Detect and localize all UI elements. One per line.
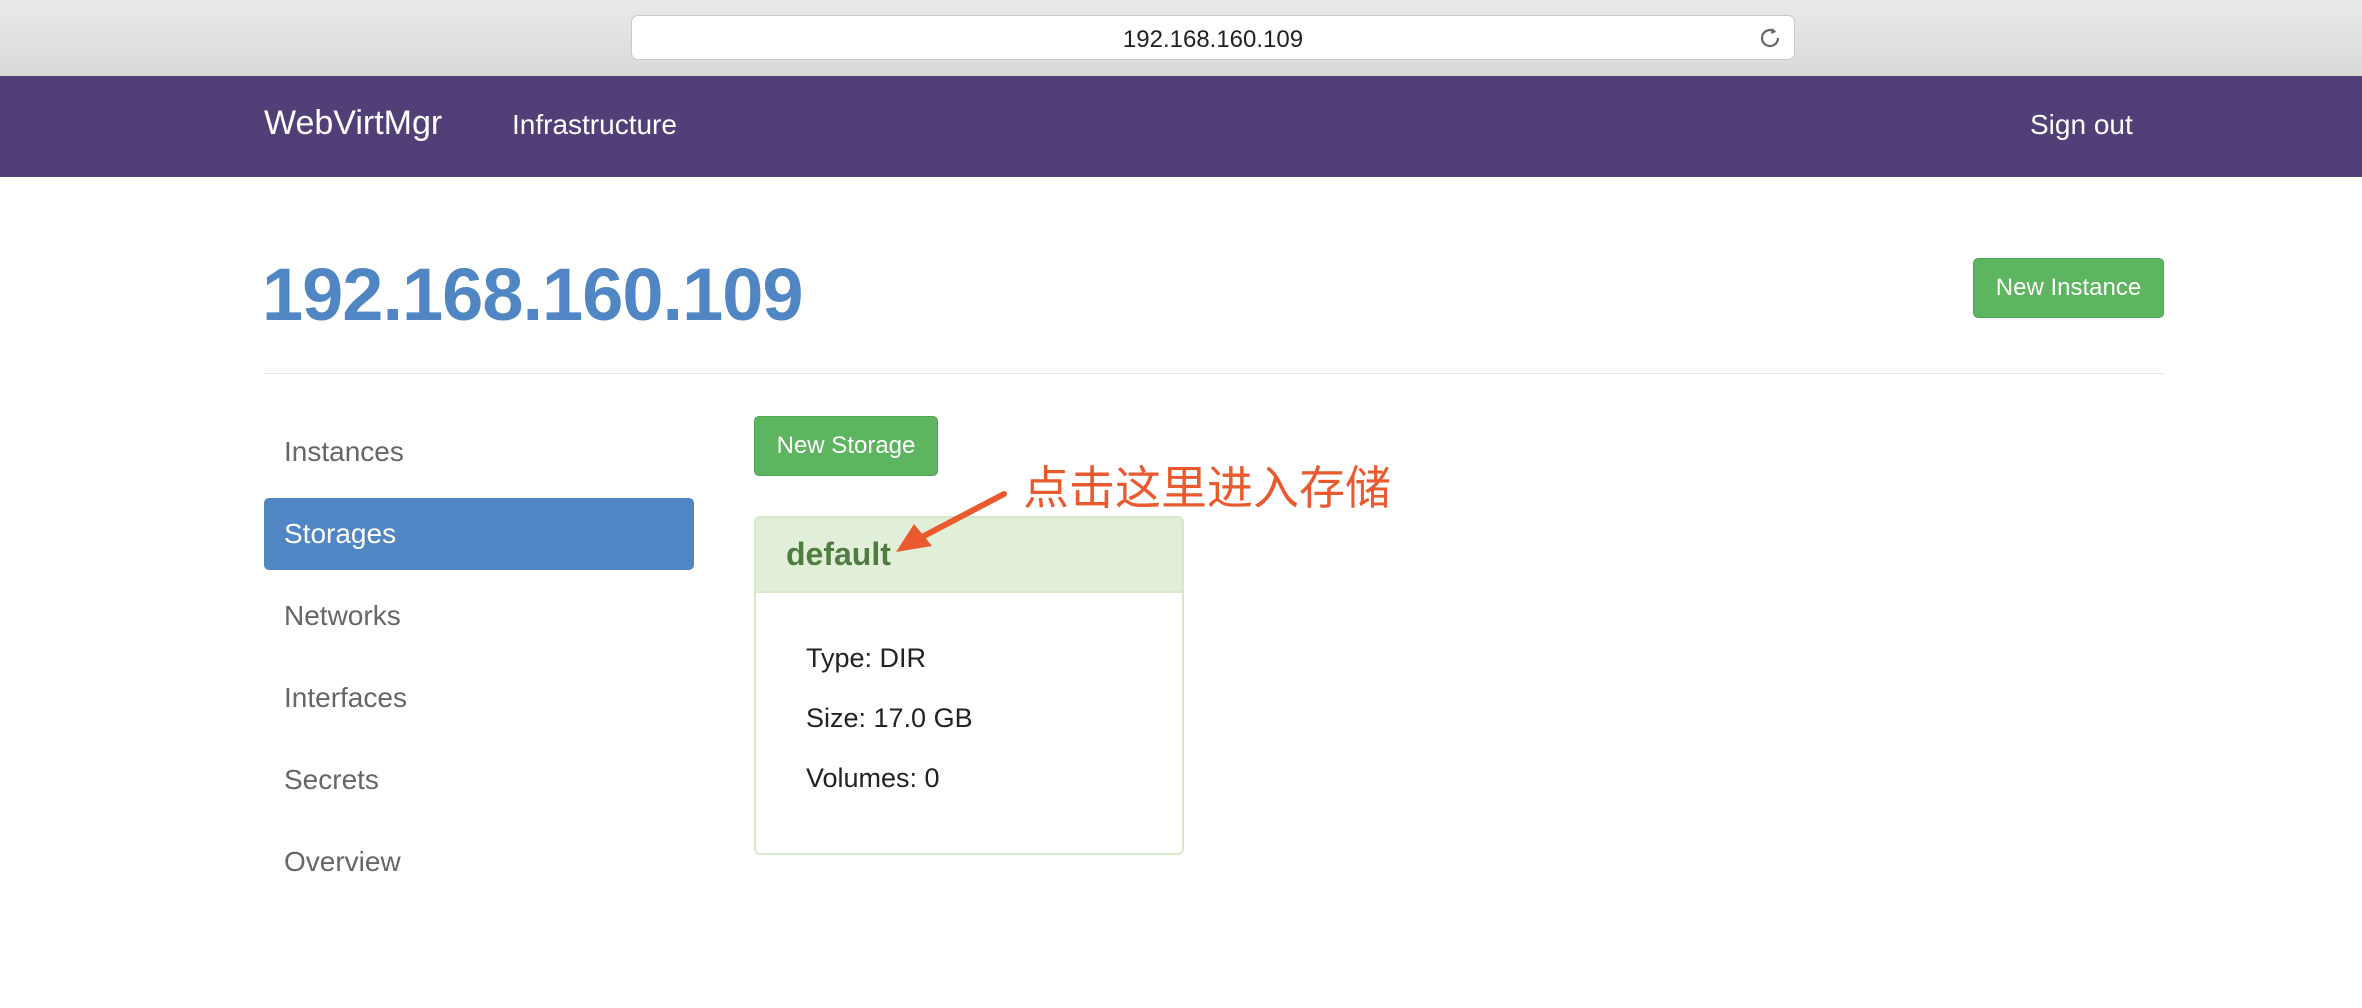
new-storage-button[interactable]: New Storage bbox=[754, 416, 938, 476]
new-instance-button[interactable]: New Instance bbox=[1973, 258, 2164, 318]
nav-infrastructure-link[interactable]: Infrastructure bbox=[512, 109, 677, 141]
url-text: 192.168.160.109 bbox=[1122, 26, 1304, 53]
browser-chrome: 192.168.160.109 bbox=[0, 0, 2362, 77]
top-navbar: WebVirtMgr Infrastructure Sign out bbox=[0, 76, 2362, 177]
reload-icon[interactable] bbox=[1756, 24, 1784, 52]
annotation-text: 点击这里进入存储 bbox=[1023, 461, 1391, 515]
storage-pool-size: Size: 17.0 GB bbox=[806, 703, 973, 733]
brand-link[interactable]: WebVirtMgr bbox=[264, 104, 442, 143]
header-divider bbox=[264, 373, 2164, 374]
annotation-arrow-icon bbox=[896, 491, 1007, 552]
sidebar-item-networks[interactable]: Networks bbox=[264, 580, 694, 652]
sidebar-item-instances[interactable]: Instances bbox=[264, 416, 694, 488]
storage-pool-name[interactable]: default bbox=[786, 536, 891, 573]
storage-pool-type: Type: DIR bbox=[806, 643, 927, 673]
address-bar[interactable]: 192.168.160.109 bbox=[631, 15, 1795, 60]
sidebar-item-interfaces[interactable]: Interfaces bbox=[264, 662, 694, 734]
sidebar-item-secrets[interactable]: Secrets bbox=[264, 744, 694, 816]
page-title: 192.168.160.109 bbox=[262, 253, 804, 336]
sign-out-link[interactable]: Sign out bbox=[2030, 109, 2133, 141]
storage-pool-volumes: Volumes: 0 bbox=[806, 763, 940, 793]
sidebar-item-storages[interactable]: Storages bbox=[264, 498, 694, 570]
storage-pool-card[interactable]: default Type: DIR Size: 17.0 GB Volumes:… bbox=[754, 516, 1184, 855]
sidebar-item-overview[interactable]: Overview bbox=[264, 826, 694, 898]
